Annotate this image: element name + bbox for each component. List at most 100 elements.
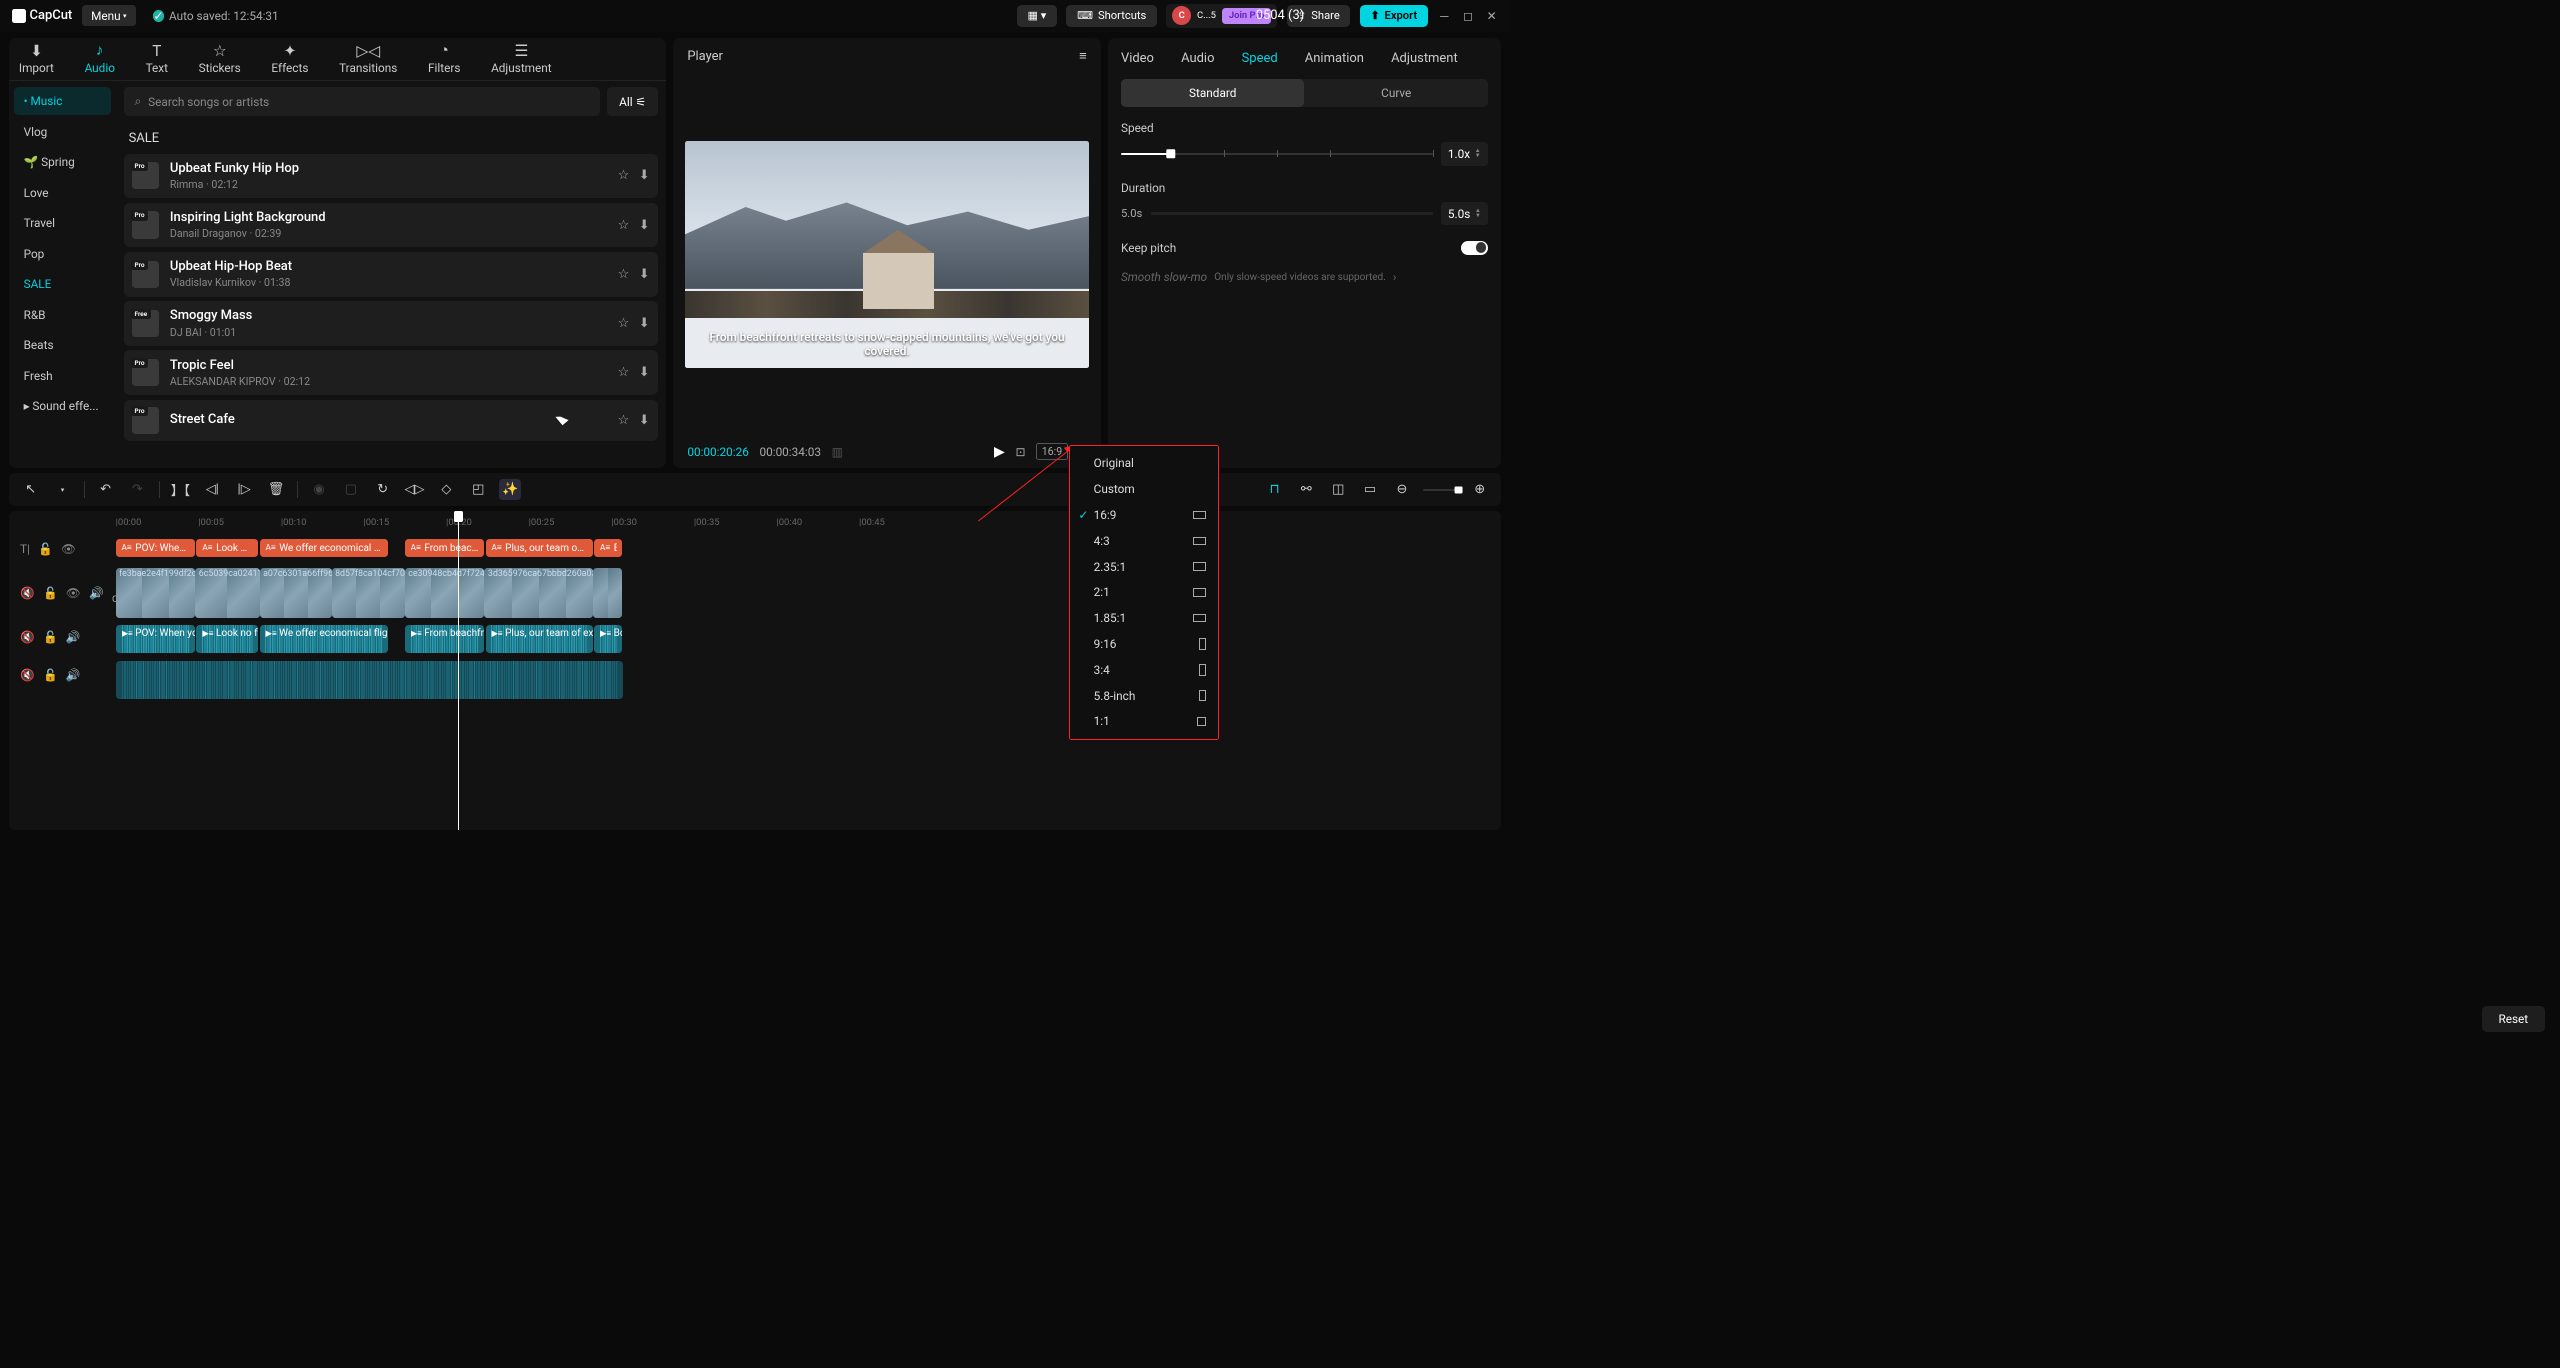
music-clip[interactable] <box>116 661 623 699</box>
menu-button[interactable]: Menu ▾ <box>82 5 136 26</box>
filter-all-button[interactable]: All ⚟ <box>607 87 658 115</box>
crop-icon[interactable]: ◰ <box>468 479 489 500</box>
aspect-option-1851[interactable]: 1.85:1 <box>1070 605 1218 631</box>
tab-effects[interactable]: ✦Effects <box>271 42 308 75</box>
playhead[interactable] <box>458 511 459 830</box>
aspect-option-169[interactable]: ✓16:9 <box>1070 502 1218 528</box>
record-icon[interactable]: ◉ <box>308 479 329 500</box>
speed-slider[interactable] <box>1121 153 1433 155</box>
download-icon[interactable]: ⬇ <box>639 413 650 428</box>
download-icon[interactable]: ⬇ <box>639 267 650 282</box>
delete-icon[interactable]: 🗑 <box>265 479 286 500</box>
sidebar-item-rb[interactable]: R&B <box>14 301 111 329</box>
preview-axis-icon[interactable]: ◫ <box>1328 479 1349 500</box>
aspect-option-58inch[interactable]: 5.8-inch <box>1070 683 1218 709</box>
tab-transitions[interactable]: ▷◁Transitions <box>339 42 397 75</box>
tab-import[interactable]: ⬇Import <box>19 42 54 75</box>
audio-track-row[interactable]: Pro Tropic Feel ALEKSANDAR KIPROV · 02:1… <box>124 350 658 395</box>
sidebar-item-love[interactable]: Love <box>14 179 111 207</box>
zoom-in-icon[interactable]: ⊕ <box>1469 479 1490 500</box>
audio-track-row[interactable]: Pro Upbeat Hip-Hop Beat Vladislav Kurnik… <box>124 252 658 297</box>
mirror-icon[interactable]: ◁▷ <box>404 479 425 500</box>
duration-slider[interactable] <box>1151 212 1433 214</box>
text-clip[interactable]: A≡From beachfront retreats to <box>405 539 485 557</box>
text-clip[interactable]: A≡Plus, our team of experts will ensure … <box>486 539 593 557</box>
video-clip[interactable]: 8d57f8ca104cf707b5f1443b <box>332 568 405 619</box>
lock-icon[interactable]: 🔓 <box>43 668 58 682</box>
video-clip[interactable]: a07c6301a66ff96005941736 <box>260 568 332 619</box>
sidebar-item-travel[interactable]: Travel <box>14 209 111 237</box>
text-clip[interactable]: A≡Book y <box>594 539 622 557</box>
audio-track-row[interactable]: Pro Inspiring Light Background Danail Dr… <box>124 203 658 248</box>
sidebar-item-vlog[interactable]: Vlog <box>14 117 111 145</box>
sidebar-item-sale[interactable]: SALE <box>14 270 111 298</box>
text-clip[interactable]: A≡We offer economical flights to exotic … <box>260 539 389 557</box>
aspect-option-916[interactable]: 9:16 <box>1070 631 1218 657</box>
ai-caption-icon[interactable]: ✨ <box>499 479 520 500</box>
rotate-icon[interactable]: ◇ <box>436 479 457 500</box>
text-clip[interactable]: A≡Look no further <box>196 539 258 557</box>
video-clip[interactable] <box>593 568 622 619</box>
sidebar-item-soundeffe[interactable]: ▸ Sound effe... <box>14 392 111 420</box>
sidebar-item-music[interactable]: • Music <box>14 87 111 115</box>
zoom-out-icon[interactable]: ⊖ <box>1391 479 1412 500</box>
aspect-option-custom[interactable]: Custom <box>1070 476 1218 502</box>
audio-track-row[interactable]: Pro Street Cafe ☆ ⬇ <box>124 400 658 441</box>
redo-icon[interactable]: ↷ <box>127 479 148 500</box>
tab-text[interactable]: TText <box>146 42 168 75</box>
audio-track-row[interactable]: Free Smoggy Mass DJ BAI · 01:01 ☆ ⬇ <box>124 301 658 346</box>
favorite-icon[interactable]: ☆ <box>618 413 630 428</box>
video-clip[interactable]: fe3bae2e4f199df2ceaf7fdab23 <box>116 568 196 619</box>
inspector-tab-audio[interactable]: Audio <box>1181 51 1214 66</box>
sidebar-item-spring[interactable]: 🌱 Spring <box>14 148 111 176</box>
video-preview[interactable]: From beachfront retreats to snow-capped … <box>685 141 1089 368</box>
mute-icon[interactable]: 🔇 <box>20 668 35 682</box>
favorite-icon[interactable]: ☆ <box>618 218 630 233</box>
sidebar-item-pop[interactable]: Pop <box>14 240 111 268</box>
mode-standard[interactable]: Standard <box>1121 79 1305 107</box>
inspector-tab-video[interactable]: Video <box>1121 51 1154 66</box>
favorite-icon[interactable]: ☆ <box>618 168 630 183</box>
aspect-option-original[interactable]: Original <box>1070 451 1218 477</box>
sidebar-item-fresh[interactable]: Fresh <box>14 362 111 390</box>
tab-stickers[interactable]: ☆Stickers <box>199 42 241 75</box>
trim-right-icon[interactable]: |▷ <box>233 479 254 500</box>
keep-pitch-toggle[interactable] <box>1461 241 1488 255</box>
link-icon[interactable]: ⚯ <box>1296 479 1317 500</box>
magnet-icon[interactable]: ⊓ <box>1264 479 1285 500</box>
select-tool-icon[interactable]: ↖ <box>20 479 41 500</box>
text-clip[interactable]: A≡POV: When you want to tra <box>116 539 196 557</box>
mute-icon[interactable]: 🔇 <box>20 630 35 644</box>
download-icon[interactable]: ⬇ <box>639 218 650 233</box>
tab-audio[interactable]: ♪Audio <box>85 42 115 75</box>
player-menu-icon[interactable]: ≡ <box>1079 48 1087 64</box>
close-icon[interactable]: ✕ <box>1484 9 1498 23</box>
video-clip[interactable]: 6c5039ca02411472 <box>195 568 259 619</box>
lock-icon[interactable]: 🔓 <box>38 542 53 556</box>
aspect-option-34[interactable]: 3:4 <box>1070 657 1218 683</box>
blank-icon[interactable]: ▭ <box>1359 479 1380 500</box>
timeline-tracks[interactable]: |00:00|00:05|00:10|00:15|00:20|00:25|00:… <box>116 511 1501 830</box>
audio-clip[interactable]: ▶≡ From beachfront retreats to <box>405 625 485 652</box>
lock-icon[interactable]: 🔓 <box>43 630 58 644</box>
audio-clip[interactable]: ▶≡ We offer economical flights to exotic… <box>260 625 389 652</box>
trim-left-icon[interactable]: ◁| <box>202 479 223 500</box>
aspect-option-2351[interactable]: 2.35:1 <box>1070 554 1218 580</box>
aspect-option-43[interactable]: 4:3 <box>1070 528 1218 554</box>
video-clip[interactable]: 3d365976ca67bbbd260a0343a12c0e8a.jp <box>484 568 593 619</box>
download-icon[interactable]: ⬇ <box>639 365 650 380</box>
visibility-icon[interactable]: 👁 <box>66 586 81 600</box>
tab-filters[interactable]: ◔Filters <box>428 42 460 75</box>
inspector-tab-adjustment[interactable]: Adjustment <box>1391 51 1458 66</box>
split-icon[interactable]: 】【 <box>170 479 191 500</box>
timeline-zoom-slider[interactable] <box>1423 489 1458 491</box>
select-dropdown-icon[interactable]: ▾ <box>52 479 73 500</box>
user-avatar[interactable]: C <box>1172 6 1191 25</box>
duration-value-input[interactable]: 5.0s▲▼ <box>1441 202 1488 225</box>
minimize-icon[interactable]: ─ <box>1437 9 1451 23</box>
favorite-icon[interactable]: ☆ <box>618 316 630 331</box>
reset-button[interactable]: Reset <box>2482 1006 2545 1032</box>
shortcuts-button[interactable]: ⌨ Shortcuts <box>1066 5 1156 27</box>
tab-adjustment[interactable]: ☰Adjustment <box>491 42 552 75</box>
export-button[interactable]: ⬆ Export <box>1360 5 1428 27</box>
